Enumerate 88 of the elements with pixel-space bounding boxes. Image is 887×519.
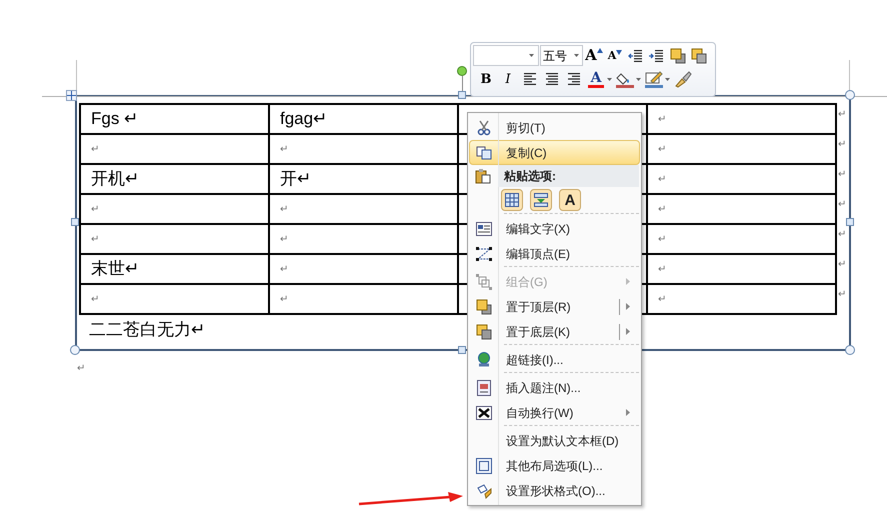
menu-item[interactable]: 设置为默认文本框(D) (469, 428, 640, 453)
table-cell: ↵ (270, 255, 459, 285)
table-cell: ↵ (270, 225, 459, 255)
row-end-mark: ↵ (837, 168, 846, 182)
table-cell: ↵ (270, 135, 459, 165)
resize-handle[interactable] (458, 91, 466, 99)
menu-item[interactable]: 其他布局选项(L)... (469, 453, 640, 478)
text-box-icon (476, 222, 492, 236)
paste-options-header: 粘贴选项: (498, 165, 639, 187)
row-end-mark: ↵ (837, 258, 846, 272)
table-cell: 末世↵ (81, 255, 270, 285)
table-cell: ↵ (81, 285, 270, 315)
menu-item[interactable]: 设置形状格式(O)... (469, 478, 640, 503)
table-cell: ↵ (648, 165, 837, 195)
table-cell: ↵ (648, 105, 837, 135)
menu-item[interactable]: 置于顶层(R) (469, 294, 640, 319)
layout-icon (476, 458, 492, 474)
layers-icon[interactable] (668, 46, 688, 66)
caption-icon (477, 380, 491, 396)
layers-icon (476, 324, 492, 340)
italic-button[interactable]: I (498, 69, 518, 89)
brush-icon[interactable] (673, 69, 693, 89)
table-cell: ↵ (81, 135, 270, 165)
row-end-mark: ↵ (837, 108, 846, 122)
dropdown-caret-icon[interactable] (529, 54, 534, 57)
font-name-field[interactable] (473, 45, 539, 66)
resize-handle[interactable] (71, 218, 79, 226)
table-cell: ↵ (81, 195, 270, 225)
table-cell: ↵ (648, 195, 837, 225)
paragraph-mark: ↵ (77, 363, 85, 374)
pen-icon[interactable] (644, 69, 664, 89)
clipboard-icon (475, 168, 491, 184)
paste-option-button[interactable] (530, 189, 552, 211)
menu-item[interactable]: 编辑顶点(E) (469, 241, 640, 266)
menu-item[interactable]: 自动换行(W) (469, 400, 640, 425)
globe-link-icon (476, 352, 492, 368)
table-cell: Fgs ↵ (81, 105, 270, 135)
table-cell: ↵ (648, 135, 837, 165)
table-cell: ↵ (648, 225, 837, 255)
menu-item[interactable]: 插入题注(N)... (469, 375, 640, 400)
table-cell: ↵ (270, 195, 459, 225)
group-icon (476, 274, 492, 290)
wrap-icon (476, 406, 492, 420)
table-cell: fgag↵ (270, 105, 459, 135)
menu-item[interactable]: 置于底层(K) (469, 319, 640, 344)
row-end-mark: ↵ (837, 288, 846, 302)
font-size-field[interactable]: 五号 (540, 45, 583, 66)
scissors-icon (477, 120, 491, 136)
paste-option-button[interactable] (501, 189, 523, 211)
table-cell: ↵ (648, 255, 837, 285)
dropdown-caret-icon[interactable] (607, 78, 612, 80)
table-cell: ↵ (648, 285, 837, 315)
dropdown-caret-icon[interactable] (574, 54, 579, 57)
format-shape-icon (476, 482, 492, 498)
resize-handle[interactable] (70, 345, 80, 355)
table-cell: 开机↵ (81, 165, 270, 195)
submenu-arrow-icon (626, 409, 630, 416)
rotate-handle[interactable] (457, 66, 467, 76)
resize-handle[interactable] (458, 346, 466, 354)
row-end-mark: ↵ (837, 198, 846, 212)
merge-icon (534, 193, 548, 207)
caption-text: 二二苍白无力↵ (89, 320, 205, 339)
menu-item[interactable]: 编辑文字(X) (469, 216, 640, 241)
resize-handle[interactable] (846, 218, 854, 226)
table-cell: ↵ (270, 285, 459, 315)
copy-icon (476, 146, 492, 160)
font-color-button[interactable]: A (586, 69, 606, 89)
menu-item[interactable]: 超链接(I)... (469, 347, 640, 372)
row-end-mark: ↵ (837, 138, 846, 152)
dropdown-caret-icon[interactable] (636, 78, 641, 80)
layers-icon[interactable] (689, 46, 709, 66)
move-handle-icon[interactable] (66, 90, 77, 101)
submenu-arrow-icon (626, 303, 630, 310)
table-icon (505, 193, 519, 207)
menu-item[interactable]: 剪切(T) (469, 115, 640, 140)
bold-button[interactable]: B (476, 69, 496, 89)
points-icon (476, 246, 492, 260)
resize-handle[interactable] (845, 90, 855, 100)
table-cell: ↵ (81, 225, 270, 255)
row-end-mark: ↵ (837, 228, 846, 242)
table-cell: 开↵ (270, 165, 459, 195)
layers-icon (476, 298, 492, 314)
dropdown-caret-icon[interactable] (665, 78, 670, 80)
paste-option-button[interactable]: A (559, 189, 581, 211)
submenu-arrow-icon (626, 278, 630, 285)
menu-item[interactable]: 复制(C) (469, 140, 640, 165)
submenu-arrow-icon (626, 328, 630, 335)
resize-handle[interactable] (845, 345, 855, 355)
